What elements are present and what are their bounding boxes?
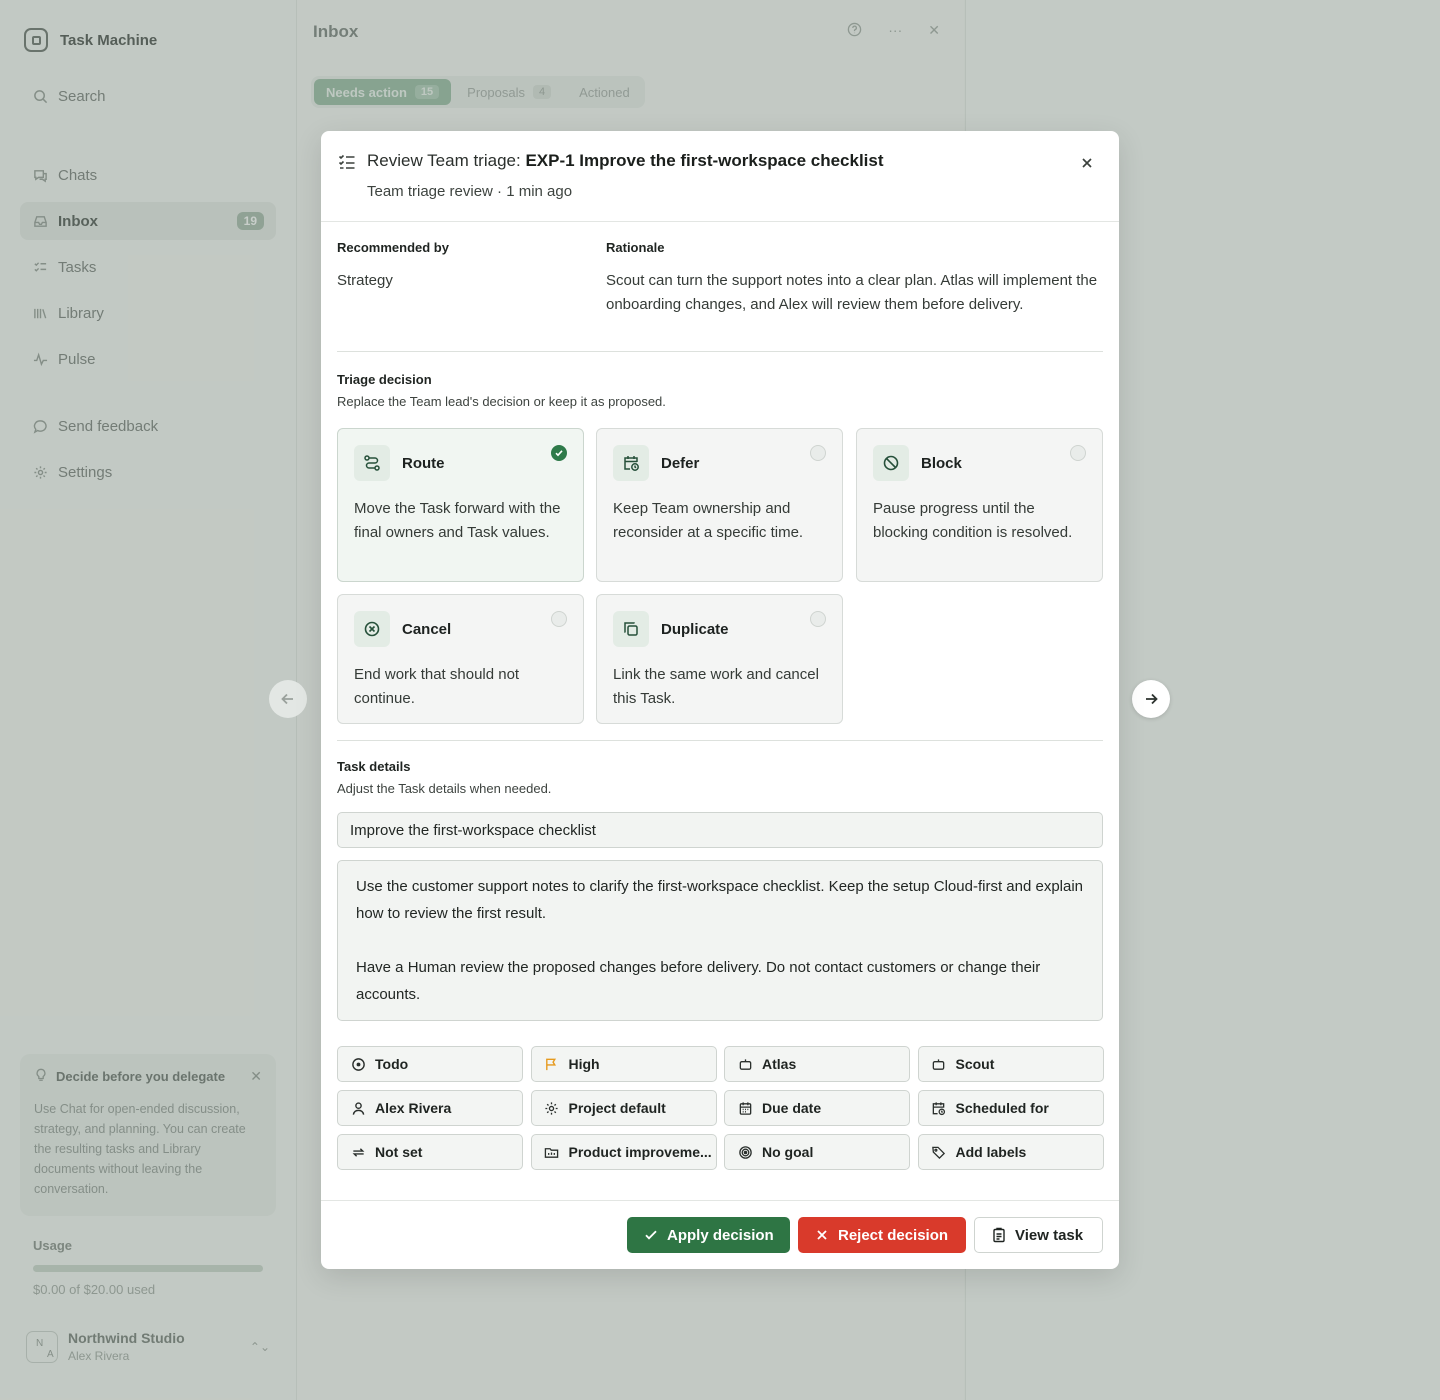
- flag-icon: [544, 1056, 560, 1072]
- task-details-subtitle: Adjust the Task details when needed.: [337, 781, 552, 796]
- checklist-icon: [337, 152, 357, 172]
- option-description: Keep Team ownership and reconsider at a …: [613, 500, 804, 541]
- view-task-button[interactable]: View task: [974, 1217, 1103, 1253]
- option-name: Duplicate: [661, 620, 729, 638]
- triage-review-dialog: Review Team triage: EXP-1 Improve the fi…: [321, 131, 1119, 1269]
- radio-button[interactable]: [810, 445, 826, 461]
- priority-select[interactable]: High: [530, 1046, 717, 1082]
- apply-decision-button[interactable]: Apply decision: [627, 1217, 790, 1253]
- folder-icon: [544, 1144, 560, 1160]
- option-name: Block: [921, 454, 962, 472]
- dialog-footer: Apply decision Reject decision View task: [321, 1200, 1119, 1269]
- task-details-title: Task details: [337, 759, 411, 774]
- goal-select[interactable]: No goal: [724, 1134, 910, 1170]
- recommended-by-value: Strategy: [337, 272, 393, 289]
- triage-decision-section: Triage decision Replace the Team lead's …: [337, 352, 1103, 724]
- close-icon: [817, 1230, 827, 1240]
- radio-button[interactable]: [810, 611, 826, 627]
- option-defer[interactable]: Defer Keep Team ownership and reconsider…: [596, 428, 843, 582]
- reject-decision-button[interactable]: Reject decision: [798, 1217, 966, 1253]
- project-settings-select[interactable]: Project default: [530, 1090, 717, 1126]
- arrow-left-icon: [281, 693, 293, 705]
- recommendation-summary: Recommended by Strategy Rationale Scout …: [337, 222, 1103, 352]
- close-icon: [1082, 158, 1092, 168]
- scheduled-for-picker[interactable]: Scheduled for: [917, 1090, 1104, 1126]
- option-block[interactable]: Block Pause progress until the blocking …: [856, 428, 1103, 582]
- calendar-clock-icon: [613, 445, 649, 481]
- option-name: Cancel: [402, 620, 452, 638]
- assignee-select[interactable]: Alex Rivera: [337, 1090, 523, 1126]
- task-description-paragraph: Have a Human review the proposed changes…: [356, 959, 1041, 1003]
- close-dialog-button[interactable]: [1077, 153, 1097, 173]
- person-icon: [350, 1100, 366, 1116]
- option-name: Route: [402, 454, 445, 472]
- option-name: Defer: [661, 454, 700, 472]
- triage-decision-subtitle: Replace the Team lead's decision or keep…: [337, 394, 666, 409]
- previous-item-button[interactable]: [269, 680, 307, 718]
- arrow-right-icon: [1146, 693, 1158, 705]
- decision-options: Route Move the Task forward with the fin…: [337, 428, 1103, 724]
- repeat-icon: [350, 1144, 366, 1160]
- add-labels-button[interactable]: Add labels: [917, 1134, 1104, 1170]
- status-circle-icon: [350, 1056, 366, 1072]
- clipboard-icon: [993, 1227, 1005, 1243]
- agent-select-atlas[interactable]: Atlas: [724, 1046, 910, 1082]
- next-item-button[interactable]: [1132, 680, 1170, 718]
- radio-selected-check-icon[interactable]: [551, 445, 567, 461]
- triage-decision-title: Triage decision: [337, 372, 432, 387]
- task-description-paragraph: Use the customer support notes to clarif…: [356, 878, 1084, 922]
- recommended-by-label: Recommended by: [337, 240, 449, 255]
- dialog-title: Review Team triage: EXP-1 Improve the fi…: [367, 151, 884, 170]
- duplicate-icon: [613, 611, 649, 647]
- route-icon: [354, 445, 390, 481]
- calendar-clock-icon: [931, 1100, 947, 1116]
- dialog-body: Recommended by Strategy Rationale Scout …: [337, 222, 1104, 1170]
- recurrence-select[interactable]: Not set: [337, 1134, 523, 1170]
- agent-icon: [737, 1056, 753, 1072]
- target-icon: [737, 1144, 753, 1160]
- radio-button[interactable]: [1070, 445, 1086, 461]
- option-description: End work that should not continue.: [354, 666, 520, 707]
- cancel-circle-icon: [354, 611, 390, 647]
- calendar-icon: [737, 1100, 753, 1116]
- option-description: Pause progress until the blocking condit…: [873, 500, 1073, 541]
- radio-button[interactable]: [551, 611, 567, 627]
- dialog-subtitle: Team triage review · 1 min ago: [367, 183, 573, 200]
- agent-select-scout[interactable]: Scout: [917, 1046, 1104, 1082]
- option-route[interactable]: Route Move the Task forward with the fin…: [337, 428, 584, 582]
- option-duplicate[interactable]: Duplicate Link the same work and cancel …: [596, 594, 843, 724]
- block-icon: [873, 445, 909, 481]
- gear-icon: [544, 1100, 560, 1116]
- project-select[interactable]: Product improveme...: [530, 1134, 717, 1170]
- check-icon: [645, 1230, 657, 1240]
- dialog-header: Review Team triage: EXP-1 Improve the fi…: [321, 131, 1119, 222]
- tag-icon: [931, 1144, 947, 1160]
- task-description-textarea[interactable]: Use the customer support notes to clarif…: [337, 860, 1103, 1021]
- option-cancel[interactable]: Cancel End work that should not continue…: [337, 594, 584, 724]
- status-select[interactable]: Todo: [337, 1046, 523, 1082]
- rationale-text: Scout can turn the support notes into a …: [606, 272, 1098, 313]
- option-description: Move the Task forward with the final own…: [354, 500, 561, 541]
- rationale-label: Rationale: [606, 240, 665, 255]
- agent-icon: [931, 1056, 947, 1072]
- task-reference-title: EXP-1 Improve the first-workspace checkl…: [525, 151, 884, 170]
- option-description: Link the same work and cancel this Task.: [613, 666, 819, 707]
- task-properties: Todo High Atlas Scout Alex Rivera Projec…: [337, 1046, 1104, 1170]
- task-details-section: Task details Adjust the Task details whe…: [337, 740, 1104, 1170]
- task-title-input[interactable]: Improve the first-workspace checklist: [337, 812, 1103, 848]
- due-date-picker[interactable]: Due date: [724, 1090, 910, 1126]
